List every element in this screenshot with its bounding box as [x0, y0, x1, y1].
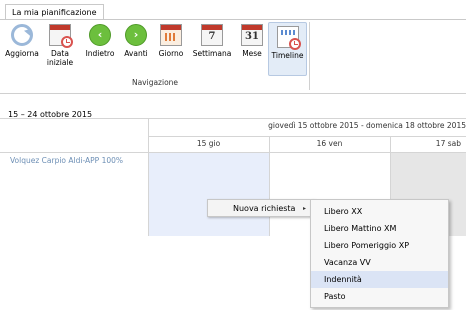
calendar-month-icon: 31: [241, 24, 263, 46]
submenu-item-label: Libero Pomeriggio XP: [324, 241, 410, 250]
submenu-arrow-icon: ▸: [302, 205, 306, 212]
indietro-label: Indietro: [85, 49, 115, 58]
submenu-item-libero-mattino-xm[interactable]: Libero Mattino XM: [311, 220, 448, 237]
submenu-item-indennita[interactable]: Indennità: [311, 271, 448, 288]
data-iniziale-label-line1: Data: [51, 49, 69, 58]
submenu-item-label: Libero Mattino XM: [324, 224, 397, 233]
calendar-day-icon: [160, 24, 182, 46]
header-bottom-border: [0, 152, 466, 153]
mese-label: Mese: [242, 49, 262, 58]
timeline-button[interactable]: Timeline: [268, 22, 307, 76]
data-iniziale-button[interactable]: Data iniziale: [44, 24, 76, 76]
day-header-17-text: 17 sab: [435, 139, 461, 148]
ribbon-bottom-border: [0, 93, 466, 94]
day-header-16: 16 ven: [316, 139, 343, 148]
calendar-clock-icon: [49, 24, 73, 48]
giorno-label: Giorno: [158, 49, 184, 58]
submenu-item-libero-pomeriggio-xp[interactable]: Libero Pomeriggio XP: [311, 237, 448, 254]
avanti-button[interactable]: › Avanti: [120, 24, 152, 76]
resource-label: Volquez Carpio Aldi-APP 100%: [10, 156, 124, 165]
resource-column-divider: [148, 118, 149, 236]
calendar-week-icon: 7: [201, 24, 223, 46]
submenu-item-label: Pasto: [324, 292, 346, 301]
calendar-month-number: 31: [245, 31, 259, 42]
submenu-item-label: Indennità: [324, 275, 362, 284]
date-range-header: giovedì 15 ottobre 2015 - domenica 18 ot…: [268, 121, 466, 130]
avanti-label: Avanti: [124, 49, 148, 58]
refresh-icon: [11, 24, 33, 46]
submenu-item-vacanza-vv[interactable]: Vacanza VV: [311, 254, 448, 271]
submenu-item-label: Vacanza VV: [324, 258, 371, 267]
submenu-item-libero-xx[interactable]: Libero XX: [311, 203, 448, 220]
aggiorna-label: Aggiorna: [5, 49, 39, 58]
timeline-label: Timeline: [271, 51, 304, 60]
calendar-week-number: 7: [208, 31, 216, 42]
grid-top-border: [0, 118, 466, 119]
giorno-button[interactable]: Giorno: [155, 24, 187, 76]
submenu-item-label: Libero XX: [324, 207, 363, 216]
arrow-right-icon: ›: [125, 24, 147, 46]
aggiorna-button[interactable]: Aggiorna: [4, 24, 40, 76]
mese-button[interactable]: 31 Mese: [238, 24, 266, 76]
data-iniziale-label-line2: iniziale: [46, 58, 74, 67]
day-header-17: 17 sab: [390, 139, 466, 151]
indietro-button[interactable]: ‹ Indietro: [82, 24, 118, 76]
context-menu-item-label: Nuova richiesta: [233, 204, 296, 213]
ribbon-group-label: Navigazione: [131, 78, 179, 87]
day-header-15: 15 gio: [196, 139, 221, 148]
arrow-left-icon: ‹: [89, 24, 111, 46]
settimana-button[interactable]: 7 Settimana: [190, 24, 234, 76]
day-divider-1: [269, 136, 270, 236]
submenu: Libero XX Libero Mattino XM Libero Pomer…: [310, 199, 449, 308]
tab-la-mia-pianificazione[interactable]: La mia pianificazione: [5, 4, 104, 20]
settimana-label: Settimana: [192, 49, 232, 58]
header-divider: [148, 136, 466, 137]
selected-cell[interactable]: [148, 152, 269, 236]
timeline-icon: [276, 26, 301, 50]
submenu-item-pasto[interactable]: Pasto: [311, 288, 448, 305]
context-menu-nuova-richiesta[interactable]: Nuova richiesta ▸: [207, 199, 315, 217]
